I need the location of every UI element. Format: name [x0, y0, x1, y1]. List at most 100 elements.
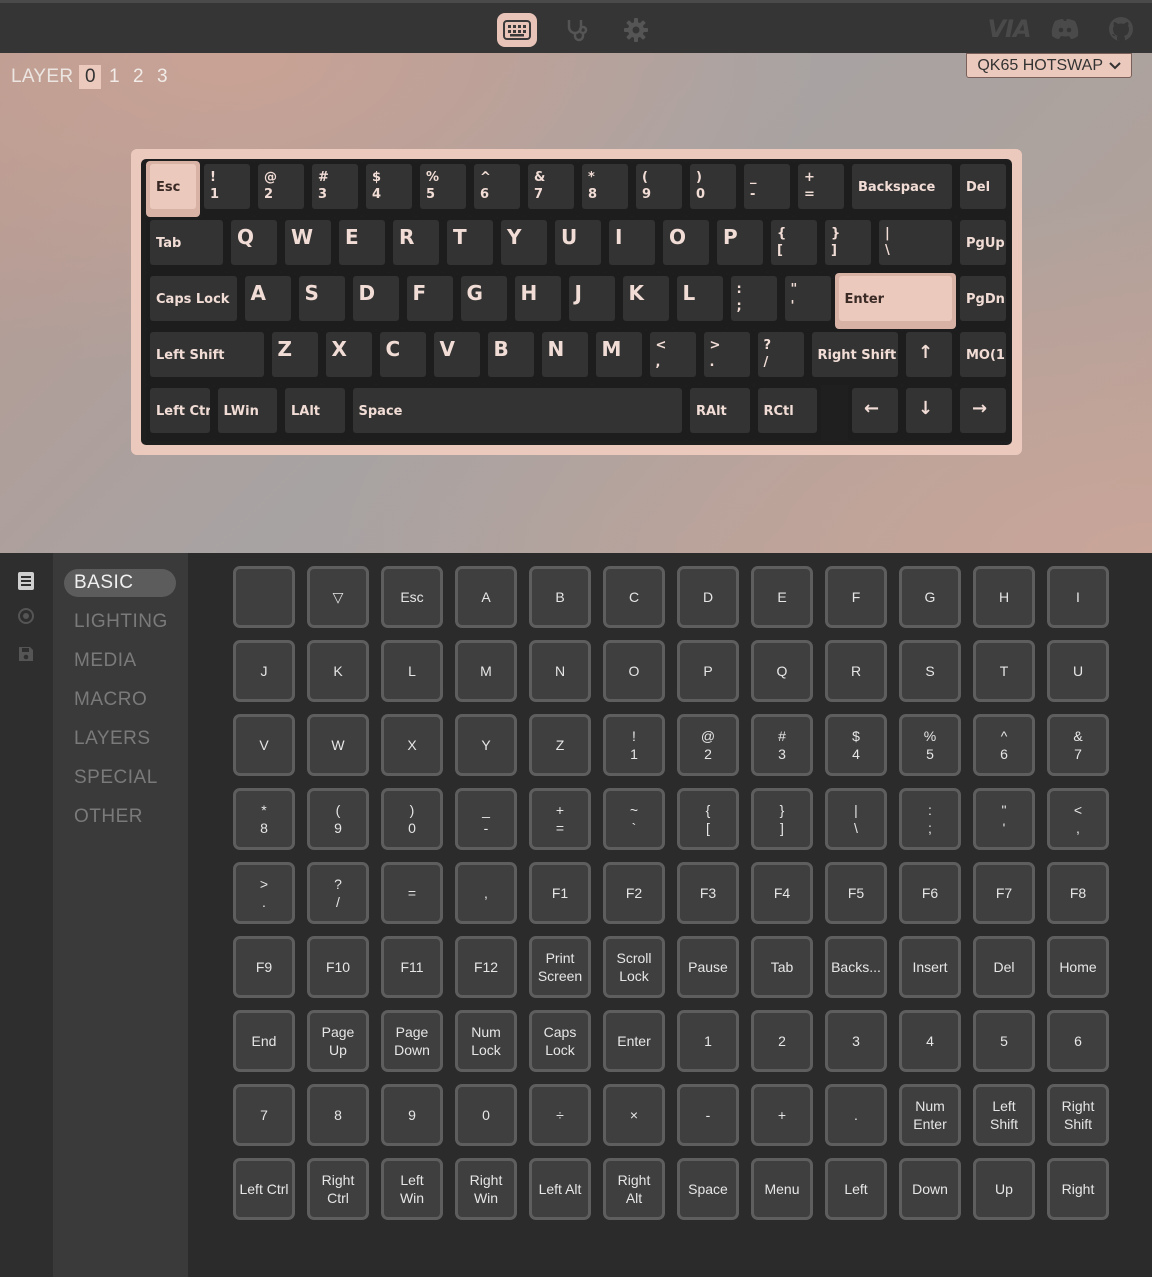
keycode-button[interactable]: - — [677, 1084, 739, 1146]
keycode-button[interactable]: Left Ctrl — [233, 1158, 295, 1220]
layer-2-button[interactable]: 2 — [127, 65, 149, 89]
keycode-button[interactable]: V — [233, 714, 295, 776]
keycode-button[interactable]: Num Lock — [455, 1010, 517, 1072]
keyboard-key[interactable]: Q — [227, 217, 281, 273]
keycode-button[interactable]: M — [455, 640, 517, 702]
keycode-button[interactable]: + — [751, 1084, 813, 1146]
keycode-button[interactable]: G — [899, 566, 961, 628]
keycode-button[interactable]: 0 — [455, 1084, 517, 1146]
keyboard-key[interactable]: V — [429, 329, 484, 385]
keycode-button[interactable]: 5 — [973, 1010, 1035, 1072]
keycode-button[interactable]: Home — [1047, 936, 1109, 998]
keycode-button[interactable]: F3 — [677, 862, 739, 924]
keycode-button[interactable]: Enter — [603, 1010, 665, 1072]
keyboard-key[interactable]: % 5 — [416, 161, 470, 217]
keyboard-key[interactable]: Caps Lock — [146, 273, 241, 329]
discord-icon[interactable] — [1050, 15, 1080, 43]
keyboard-key[interactable]: LAlt — [281, 385, 349, 441]
keyboard-key[interactable]: R — [389, 217, 443, 273]
keyboard-key[interactable]: # 3 — [308, 161, 362, 217]
keyboard-key[interactable]: → — [956, 385, 1010, 441]
keyboard-key[interactable]: N — [537, 329, 592, 385]
keycode-button[interactable]: U — [1047, 640, 1109, 702]
keycode-button[interactable]: Left Shift — [973, 1084, 1035, 1146]
keycode-button[interactable]: W — [307, 714, 369, 776]
keyboard-key[interactable]: S — [294, 273, 349, 329]
keycode-button[interactable]: F1 — [529, 862, 591, 924]
keycode-button[interactable]: : ; — [899, 788, 961, 850]
keyboard-key[interactable]: F — [402, 273, 457, 329]
keycode-button[interactable]: F5 — [825, 862, 887, 924]
keycode-button[interactable]: K — [307, 640, 369, 702]
keyboard-key[interactable]: | \ — [875, 217, 956, 273]
device-select[interactable]: QK65 HOTSWAP — [966, 53, 1132, 78]
keycode-button[interactable]: 2 — [751, 1010, 813, 1072]
keyboard-key[interactable]: : ; — [726, 273, 781, 329]
keyboard-key[interactable]: D — [348, 273, 403, 329]
keycode-button[interactable]: # 3 — [751, 714, 813, 776]
keycode-button[interactable]: Print Screen — [529, 936, 591, 998]
keyboard-key[interactable]: ! 1 — [200, 161, 254, 217]
keyboard-key[interactable]: ? / — [753, 329, 808, 385]
keycode-button[interactable]: Left Alt — [529, 1158, 591, 1220]
keycode-button[interactable]: 4 — [899, 1010, 961, 1072]
keycode-button[interactable]: Z — [529, 714, 591, 776]
keyboard-key[interactable]: J — [564, 273, 619, 329]
keyboard-key[interactable]: ^ 6 — [470, 161, 524, 217]
keycode-button[interactable]: ▽ — [307, 566, 369, 628]
stethoscope-icon[interactable] — [556, 13, 596, 47]
layer-1-button[interactable]: 1 — [103, 65, 125, 89]
keycode-button[interactable]: P — [677, 640, 739, 702]
keycode-button[interactable] — [233, 566, 295, 628]
keycode-button[interactable]: F7 — [973, 862, 1035, 924]
keycode-button[interactable]: ÷ — [529, 1084, 591, 1146]
keycode-button[interactable]: J — [233, 640, 295, 702]
keycode-button[interactable]: Menu — [751, 1158, 813, 1220]
keyboard-key[interactable]: * 8 — [578, 161, 632, 217]
keyboard-key[interactable]: H — [510, 273, 565, 329]
keycode-button[interactable]: F8 — [1047, 862, 1109, 924]
keyboard-key[interactable]: @ 2 — [254, 161, 308, 217]
keyboard-key[interactable]: Right Shift — [807, 329, 902, 385]
keycode-button[interactable]: Num Enter — [899, 1084, 961, 1146]
keyboard-key[interactable]: > . — [699, 329, 754, 385]
keycode-button[interactable]: Q — [751, 640, 813, 702]
keycode-button[interactable]: O — [603, 640, 665, 702]
keyboard-key[interactable]: L — [672, 273, 727, 329]
gear-icon[interactable] — [616, 13, 656, 47]
keycode-button[interactable]: E — [751, 566, 813, 628]
category-special[interactable]: SPECIAL — [64, 764, 176, 792]
keycode-button[interactable]: Tab — [751, 936, 813, 998]
keyboard-icon[interactable] — [497, 13, 537, 47]
keyboard-key[interactable]: ) 0 — [686, 161, 740, 217]
keycode-button[interactable]: ~ ` — [603, 788, 665, 850]
keycode-button[interactable]: ) 0 — [381, 788, 443, 850]
keyboard-key[interactable]: ↓ — [902, 385, 956, 441]
layer-3-button[interactable]: 3 — [151, 65, 173, 89]
keyboard-key[interactable]: I — [605, 217, 659, 273]
save-icon[interactable] — [16, 644, 36, 664]
keycode-button[interactable]: F11 — [381, 936, 443, 998]
keyboard-key[interactable]: Enter — [834, 273, 956, 329]
keycode-button[interactable]: N — [529, 640, 591, 702]
keycode-button[interactable]: F9 — [233, 936, 295, 998]
keycode-button[interactable]: } ] — [751, 788, 813, 850]
keycode-button[interactable]: L — [381, 640, 443, 702]
keycode-button[interactable]: F10 — [307, 936, 369, 998]
keycode-button[interactable]: % 5 — [899, 714, 961, 776]
keycode-button[interactable]: S — [899, 640, 961, 702]
keycode-button[interactable]: @ 2 — [677, 714, 739, 776]
keyboard-key[interactable]: + = — [794, 161, 848, 217]
keyboard-layout-icon[interactable] — [16, 571, 36, 591]
keycode-button[interactable]: Page Up — [307, 1010, 369, 1072]
layer-0-button[interactable]: 0 — [79, 65, 102, 89]
keycode-button[interactable]: Down — [899, 1158, 961, 1220]
keyboard-key[interactable]: $ 4 — [362, 161, 416, 217]
keycode-button[interactable]: Right Shift — [1047, 1084, 1109, 1146]
keyboard-key[interactable]: P — [713, 217, 767, 273]
keycode-button[interactable]: 7 — [233, 1084, 295, 1146]
keycode-button[interactable]: F6 — [899, 862, 961, 924]
keycode-button[interactable]: Up — [973, 1158, 1035, 1220]
keyboard-key[interactable]: U — [551, 217, 605, 273]
keycode-button[interactable]: , — [455, 862, 517, 924]
